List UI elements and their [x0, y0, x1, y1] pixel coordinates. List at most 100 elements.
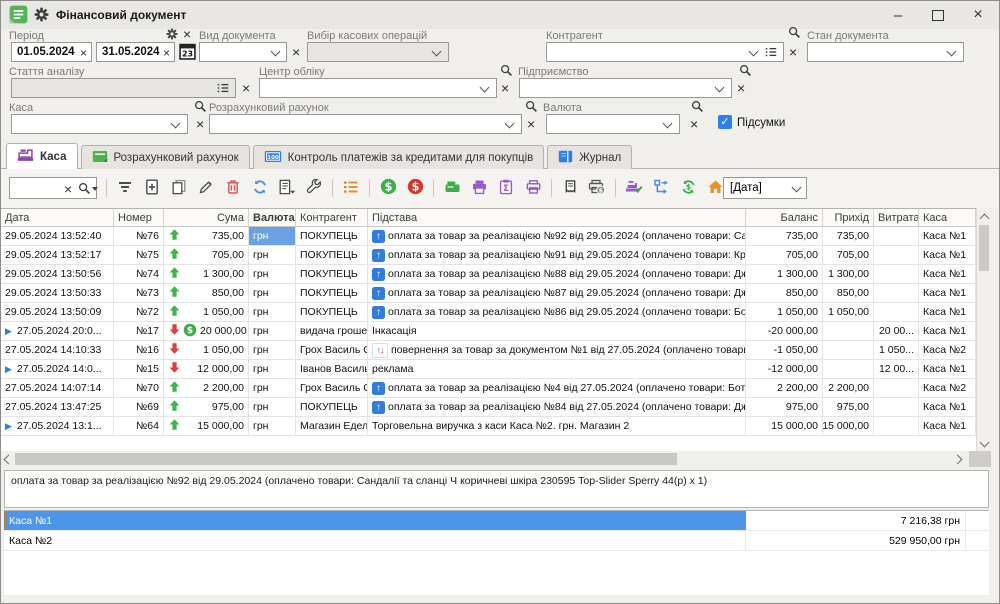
account-clear-icon[interactable]: × — [527, 117, 535, 131]
kasa-clear-icon[interactable]: × — [196, 117, 204, 131]
scroll-right-icon[interactable] — [953, 455, 963, 465]
summary-row[interactable]: Каса №2529 950,00 грн — [4, 531, 989, 551]
analysis-field[interactable] — [11, 78, 236, 98]
scroll-up-icon[interactable] — [980, 214, 990, 224]
column-header-2[interactable]: Номер — [114, 209, 164, 227]
table-row[interactable]: ▶27.05.2024 13:1...№6415 000,00грнМагази… — [1, 417, 976, 436]
column-header-1[interactable]: Дата — [1, 209, 114, 227]
payment-in-icon: ↑ — [372, 382, 385, 395]
table-row[interactable]: 29.05.2024 13:52:40№76735,00грнПОКУПЕЦЬ↑… — [1, 227, 976, 246]
toolbar-search-input[interactable]: × — [9, 177, 97, 199]
tab-credits[interactable]: 100Контроль платежів за кредитами для по… — [253, 145, 545, 169]
scroll-down-icon[interactable] — [980, 438, 990, 448]
totals-checkbox[interactable]: ✓ — [718, 115, 732, 129]
tab-account[interactable]: Розрахунковий рахунок — [81, 145, 250, 169]
table-row[interactable]: ▶27.05.2024 14:0...№1512 000,00грнІванов… — [1, 360, 976, 379]
column-header-8[interactable]: Прихід — [823, 209, 874, 227]
enterprise-clear-icon[interactable]: × — [737, 81, 745, 95]
toolbar-delete-button[interactable] — [221, 178, 245, 200]
search-options-caret-icon[interactable] — [92, 187, 98, 191]
analysis-clear-icon[interactable]: × — [242, 81, 250, 95]
table-row[interactable]: 29.05.2024 13:52:17№75705,00грнПОКУПЕЦЬ↑… — [1, 246, 976, 265]
table-row[interactable]: 29.05.2024 13:50:33№73850,00грнПОКУПЕЦЬ↑… — [1, 284, 976, 303]
maximize-button[interactable] — [927, 5, 949, 25]
toolbar-wrench-button[interactable] — [302, 178, 326, 200]
currency-select[interactable] — [546, 114, 680, 134]
scroll-left-icon[interactable] — [4, 455, 14, 465]
toolbar-filter-button[interactable] — [113, 178, 137, 200]
doc-state-select[interactable] — [807, 42, 964, 62]
minimize-button[interactable]: – — [887, 5, 909, 25]
cell-expense: 12 00... — [874, 360, 919, 379]
period-settings-gear-icon[interactable] — [166, 27, 178, 45]
period-clear-icon[interactable]: × — [183, 27, 191, 41]
table-row[interactable]: ▶27.05.2024 20:0...№17$20 000,00грнвидач… — [1, 322, 976, 341]
toolbar-report-sigma-button[interactable]: Σ — [494, 178, 518, 200]
toolbar-print-money-button[interactable]: $ — [585, 178, 609, 200]
tab-kasa[interactable]: Каса — [6, 143, 78, 169]
toolbar-list-button[interactable] — [339, 178, 363, 200]
doc-type-select[interactable] — [199, 42, 287, 62]
list-select-icon[interactable] — [217, 82, 229, 97]
vertical-scroll-thumb[interactable] — [979, 225, 989, 271]
toolbar-add-document-button[interactable] — [140, 178, 164, 200]
svg-text:Σ: Σ — [503, 183, 509, 193]
currency-clear-icon[interactable]: × — [690, 117, 698, 131]
cash-ops-select[interactable] — [307, 42, 449, 62]
expand-row-icon[interactable]: ▶ — [5, 364, 12, 375]
settings-gear-icon[interactable] — [34, 7, 49, 27]
period-to-field[interactable]: 31.05.2024× — [96, 42, 175, 62]
table-row[interactable]: 27.05.2024 14:10:33№161 050,00грнГрох Ва… — [1, 341, 976, 360]
column-header-5[interactable]: Контрагент — [296, 209, 368, 227]
column-header-3[interactable]: Сума — [164, 209, 249, 227]
app-window: Фінансовий документ – × Період 01.05.202… — [0, 0, 1000, 604]
toolbar-report-button[interactable] — [275, 178, 299, 200]
toolbar-copy-button[interactable] — [167, 178, 191, 200]
toolbar-receipt-button[interactable] — [558, 178, 582, 200]
toolbar-hierarchy-button[interactable] — [649, 178, 673, 200]
counterparty-clear-icon[interactable]: × — [789, 45, 797, 59]
vertical-scrollbar[interactable] — [976, 208, 991, 451]
toolbar-pos-terminal-button[interactable] — [440, 178, 464, 200]
table-row[interactable]: 29.05.2024 13:50:09№721 050,00грнПОКУПЕЦ… — [1, 303, 976, 322]
toolbar-exchange-money-button[interactable]: $ — [676, 178, 700, 200]
counterparty-combo[interactable] — [546, 42, 784, 62]
kasa-select[interactable] — [11, 114, 188, 134]
doc-type-clear-icon[interactable]: × — [292, 45, 300, 59]
counterparty-search-icon[interactable] — [788, 26, 801, 44]
toolbar-refresh-button[interactable] — [248, 178, 272, 200]
column-header-4[interactable]: Валюта — [249, 209, 296, 227]
table-row[interactable]: 27.05.2024 13:47:25№69975,00грнПОКУПЕЦЬ↑… — [1, 398, 976, 417]
calendar-icon[interactable]: 23 — [179, 42, 196, 66]
tab-journal[interactable]: Журнал — [547, 145, 632, 169]
close-button[interactable]: × — [967, 5, 989, 25]
cell-balance: -1 050,00 — [746, 341, 823, 360]
expand-row-icon[interactable]: ▶ — [5, 421, 12, 432]
column-header-6[interactable]: Підстава — [368, 209, 746, 227]
period-from-field[interactable]: 01.05.2024× — [11, 42, 92, 62]
column-header-9[interactable]: Витрата — [874, 209, 919, 227]
list-select-icon[interactable] — [765, 46, 777, 61]
toolbar-dollar-out-button[interactable]: $ — [403, 178, 427, 200]
expand-row-icon[interactable]: ▶ — [5, 326, 12, 337]
cell-currency: грн — [249, 265, 296, 284]
column-header-10[interactable]: Каса — [919, 209, 976, 227]
toolbar-print-copies-button[interactable] — [521, 178, 545, 200]
column-header-7[interactable]: Баланс — [746, 209, 823, 227]
horizontal-scroll-thumb[interactable] — [15, 453, 677, 465]
sort-field-select[interactable]: [Дата] — [723, 177, 807, 199]
summary-row[interactable]: Каса №17 216,38 грн — [4, 511, 989, 531]
account-select[interactable] — [209, 114, 522, 134]
search-clear-icon[interactable]: × — [64, 182, 72, 196]
horizontal-scrollbar[interactable] — [1, 451, 966, 467]
table-row[interactable]: 29.05.2024 13:50:56№741 300,00грнПОКУПЕЦ… — [1, 265, 976, 284]
toolbar-cash-register-check-button[interactable] — [622, 178, 646, 200]
center-clear-icon[interactable]: × — [501, 81, 509, 95]
toolbar-print-button[interactable] — [467, 178, 491, 200]
center-select[interactable] — [259, 78, 497, 98]
toolbar-dollar-in-button[interactable]: $ — [376, 178, 400, 200]
toolbar-edit-button[interactable] — [194, 178, 218, 200]
enterprise-select[interactable] — [519, 78, 732, 98]
table-row[interactable]: 27.05.2024 14:07:14№702 200,00грнГрох Ва… — [1, 379, 976, 398]
search-icon[interactable] — [78, 182, 91, 200]
